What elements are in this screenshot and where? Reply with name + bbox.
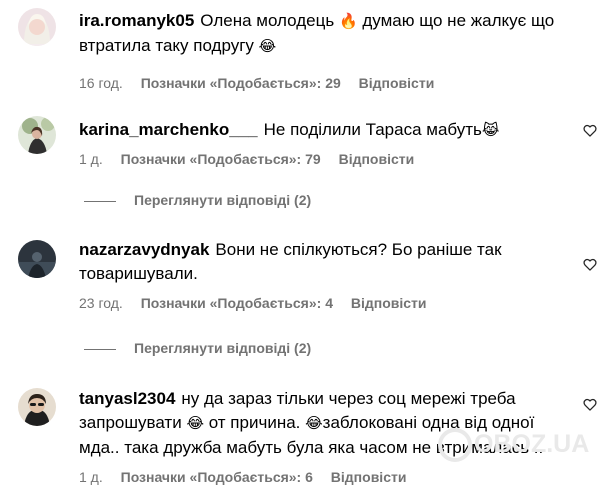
comment-text: karina_marchenko___ Не поділили Тараса ма… [79, 118, 574, 143]
view-replies-button[interactable]: Переглянути відповіді (2) [84, 190, 311, 210]
comment-text-part: от причина. [208, 413, 301, 432]
heart-outline-icon[interactable] [583, 258, 597, 271]
user-photo-icon [18, 116, 56, 154]
heart-outline-icon[interactable] [583, 124, 597, 137]
comment-username[interactable]: karina_marchenko___ [79, 120, 258, 139]
reply-button[interactable]: Відповісти [359, 75, 435, 91]
view-replies-button[interactable]: Переглянути відповіді (2) [84, 338, 311, 358]
user-photo-icon [18, 240, 56, 278]
replies-divider [84, 200, 116, 202]
avatar[interactable] [18, 116, 56, 154]
reply-button[interactable]: Відповісти [339, 151, 415, 167]
reply-button[interactable]: Відповісти [331, 469, 407, 485]
likes-count[interactable]: Позначки «Подобається»: 6 [121, 469, 313, 485]
comment-text-part: Олена молодець [200, 11, 335, 30]
comment-meta: 16 год. Позначки «Подобається»: 29 Відпо… [79, 73, 574, 93]
avatar[interactable] [18, 388, 56, 426]
likes-count[interactable]: Позначки «Подобається»: 29 [141, 75, 341, 91]
comment-time[interactable]: 1 д. [79, 151, 103, 167]
user-photo-icon [18, 8, 56, 46]
view-replies-label: Переглянути відповіді (2) [134, 340, 312, 356]
likes-count[interactable]: Позначки «Подобається»: 79 [121, 151, 321, 167]
laughing-emoji: 😂 [305, 415, 323, 432]
view-replies-label: Переглянути відповіді (2) [134, 192, 312, 208]
comment-username[interactable]: nazarzavydnyak [79, 240, 209, 259]
reply-button[interactable]: Відповісти [351, 295, 427, 311]
laughing-emoji: 😂 [186, 415, 204, 432]
comment-time[interactable]: 23 год. [79, 295, 123, 311]
heart-outline-icon[interactable] [583, 398, 597, 411]
crying-cat-emoji: 😹 [481, 122, 500, 139]
comment-text: ira.romanyk05 Олена молодець 🔥 думаю що н… [79, 9, 574, 59]
laughing-emoji: 😂 [258, 38, 277, 55]
comment-text: nazarzavydnyak Вони не спілкуються? Бо ра… [79, 238, 574, 286]
avatar[interactable] [18, 240, 56, 278]
replies-divider [84, 348, 116, 350]
comment-meta: 23 год. Позначки «Подобається»: 4 Відпов… [79, 293, 574, 313]
watermark-text: OBOZ.UA [474, 430, 590, 458]
comment-text-part: Не поділили Тараса мабуть [263, 120, 482, 139]
user-photo-icon [18, 388, 56, 426]
comment-meta: 1 д. Позначки «Подобається»: 79 Відповіс… [79, 149, 574, 169]
comment-username[interactable]: tanyasl2304 [79, 389, 175, 408]
comment-time[interactable]: 16 год. [79, 75, 123, 91]
watermark: OBOZ.UA [438, 424, 589, 464]
avatar[interactable] [18, 8, 56, 46]
comment-time[interactable]: 1 д. [79, 469, 103, 485]
comment-username[interactable]: ira.romanyk05 [79, 11, 194, 30]
fire-emoji: 🔥 [338, 13, 358, 30]
watermark-logo-icon [438, 428, 472, 463]
comment-meta: 1 д. Позначки «Подобається»: 6 Відповіст… [79, 467, 574, 487]
likes-count[interactable]: Позначки «Подобається»: 4 [141, 295, 333, 311]
